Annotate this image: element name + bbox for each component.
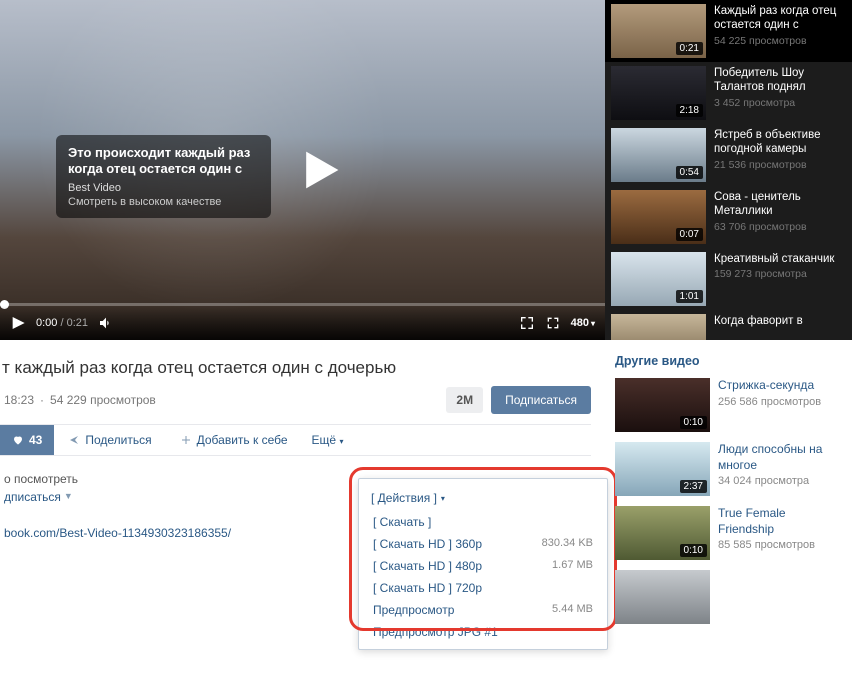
video-title: Люди способны на многое bbox=[718, 442, 842, 473]
duration-badge: 0:10 bbox=[680, 544, 707, 557]
sidebar-video-item[interactable]: 1:01 Креативный стаканчик 159 273 просмот… bbox=[605, 248, 852, 310]
expand-icon[interactable] bbox=[519, 315, 535, 331]
quality-selector[interactable]: 480▾ bbox=[571, 317, 595, 329]
video-thumb: 1:01 bbox=[611, 252, 706, 306]
video-title: Сова - ценитель Металлики bbox=[714, 190, 846, 219]
video-views: 21 536 просмотров bbox=[714, 159, 846, 171]
chevron-down-icon: ▾ bbox=[339, 437, 343, 446]
related-video-item[interactable]: 2:37 Люди способны на многое 34 024 просм… bbox=[615, 442, 842, 496]
dropdown-item[interactable]: [ Скачать HD ] 720p bbox=[359, 577, 607, 599]
video-title: Победитель Шоу Талантов поднял bbox=[714, 66, 846, 95]
play-icon bbox=[297, 147, 343, 193]
video-title: Когда фаворит в bbox=[714, 314, 846, 328]
video-views: 85 585 просмотров bbox=[718, 539, 842, 551]
dropdown-item[interactable]: [ Скачать ] bbox=[359, 511, 607, 533]
page-title: т каждый раз когда отец остается один с … bbox=[2, 358, 591, 378]
like-count: 43 bbox=[29, 433, 42, 447]
duration-badge: 0:10 bbox=[680, 416, 707, 429]
overlay-title: Это происходит каждый раз когда отец ост… bbox=[68, 145, 259, 178]
sidebar-video-item[interactable]: 0:54 Ястреб в объективе погодной камеры 2… bbox=[605, 124, 852, 186]
video-views: 54 225 просмотров bbox=[714, 35, 846, 47]
action-bar: 43 Поделиться Добавить к себе Ещё ▾ bbox=[0, 424, 591, 456]
chevron-down-icon: ▼ bbox=[64, 490, 73, 504]
meta-dot: · bbox=[40, 393, 44, 407]
sidebar-video-item[interactable]: Когда фаворит в bbox=[605, 310, 852, 340]
duration-badge: 0:54 bbox=[676, 166, 703, 179]
video-title: Стрижка-секунда bbox=[718, 378, 821, 394]
related-video-item[interactable]: 0:10 True Female Friendship 85 585 просмо… bbox=[615, 506, 842, 560]
share-icon bbox=[68, 434, 80, 446]
fullscreen-icon[interactable] bbox=[545, 315, 561, 331]
player-controls: 0:00 / 0:21 480▾ bbox=[0, 306, 605, 340]
video-thumb: 0:21 bbox=[611, 4, 706, 58]
duration-badge: 2:18 bbox=[676, 104, 703, 117]
duration-badge: 1:01 bbox=[676, 290, 703, 303]
overlay-info-card[interactable]: Это происходит каждый раз когда отец ост… bbox=[56, 135, 271, 218]
video-thumb: 0:10 bbox=[615, 506, 710, 560]
video-player[interactable]: Это происходит каждый раз когда отец ост… bbox=[0, 0, 605, 340]
subscriber-count: 2М bbox=[446, 387, 483, 413]
publish-time: 18:23 bbox=[4, 393, 34, 407]
sidebar-video-item[interactable]: 0:21 Каждый раз когда отец остается один… bbox=[605, 0, 852, 62]
video-thumb: 0:54 bbox=[611, 128, 706, 182]
play-small-icon[interactable] bbox=[10, 315, 26, 331]
video-views: 256 586 просмотров bbox=[718, 396, 821, 408]
video-thumb: 2:37 bbox=[615, 442, 710, 496]
dropdown-item[interactable]: Предпросмотр JPG #1 bbox=[359, 621, 607, 643]
video-thumb bbox=[615, 570, 710, 624]
related-video-item[interactable]: 0:10 Стрижка-секунда 256 586 просмотров bbox=[615, 378, 842, 432]
overlay-quality-hint: Смотреть в высоком качестве bbox=[68, 196, 259, 208]
download-dropdown[interactable]: [ Действия ] ▾ [ Скачать ] [ Скачать HD … bbox=[358, 478, 608, 650]
video-views: 34 024 просмотра bbox=[718, 475, 842, 487]
time-display: 0:00 / 0:21 bbox=[36, 317, 88, 329]
video-title: Ястреб в объективе погодной камеры bbox=[714, 128, 846, 157]
related-video-item[interactable] bbox=[615, 570, 842, 624]
video-thumb: 0:10 bbox=[615, 378, 710, 432]
meta-row: 18:23 · 54 229 просмотров 2М Подписаться bbox=[4, 386, 591, 414]
chevron-down-icon: ▾ bbox=[441, 494, 445, 503]
current-time: 0:00 bbox=[36, 317, 57, 329]
volume-icon[interactable] bbox=[98, 315, 114, 331]
duration-badge: 0:21 bbox=[676, 42, 703, 55]
video-title: True Female Friendship bbox=[718, 506, 842, 537]
video-views: 3 452 просмотра bbox=[714, 97, 846, 109]
dropdown-item[interactable]: [ Скачать HD ] 360p830.34 KB bbox=[359, 533, 607, 555]
video-views: 159 273 просмотра bbox=[714, 268, 846, 280]
sidebar-video-item[interactable]: 2:18 Победитель Шоу Талантов поднял 3 452… bbox=[605, 62, 852, 124]
like-button[interactable]: 43 bbox=[0, 425, 54, 455]
video-title: Креативный стаканчик bbox=[714, 252, 846, 266]
plus-icon bbox=[180, 434, 192, 446]
video-title: Каждый раз когда отец остается один с bbox=[714, 4, 846, 33]
video-thumb bbox=[611, 314, 706, 340]
add-button[interactable]: Добавить к себе bbox=[166, 425, 302, 455]
related-header: Другие видео bbox=[615, 354, 842, 368]
duration: 0:21 bbox=[67, 317, 88, 329]
related-column: Другие видео 0:10 Стрижка-секунда 256 586… bbox=[605, 340, 852, 634]
subscribe-button[interactable]: Подписаться bbox=[491, 386, 591, 414]
sidebar-video-item[interactable]: 0:07 Сова - ценитель Металлики 63 706 про… bbox=[605, 186, 852, 248]
dropdown-item[interactable]: [ Скачать HD ] 480p1.67 MB bbox=[359, 555, 607, 577]
video-thumb: 2:18 bbox=[611, 66, 706, 120]
up-next-sidebar[interactable]: 0:21 Каждый раз когда отец остается один… bbox=[605, 0, 852, 340]
duration-badge: 0:07 bbox=[676, 228, 703, 241]
heart-icon bbox=[12, 434, 24, 446]
duration-badge: 2:37 bbox=[680, 480, 707, 493]
dropdown-item[interactable]: Предпросмотр5.44 MB bbox=[359, 599, 607, 621]
video-thumb: 0:07 bbox=[611, 190, 706, 244]
video-views: 63 706 просмотров bbox=[714, 221, 846, 233]
overlay-author: Best Video bbox=[68, 182, 259, 194]
view-count: 54 229 просмотров bbox=[50, 393, 156, 407]
play-button[interactable] bbox=[290, 140, 350, 200]
main-column: т каждый раз когда отец остается один с … bbox=[0, 340, 605, 634]
more-button[interactable]: Ещё ▾ bbox=[302, 425, 354, 455]
share-button[interactable]: Поделиться bbox=[54, 425, 165, 455]
dropdown-header[interactable]: [ Действия ] ▾ bbox=[359, 485, 607, 511]
chevron-down-icon: ▾ bbox=[591, 319, 595, 328]
